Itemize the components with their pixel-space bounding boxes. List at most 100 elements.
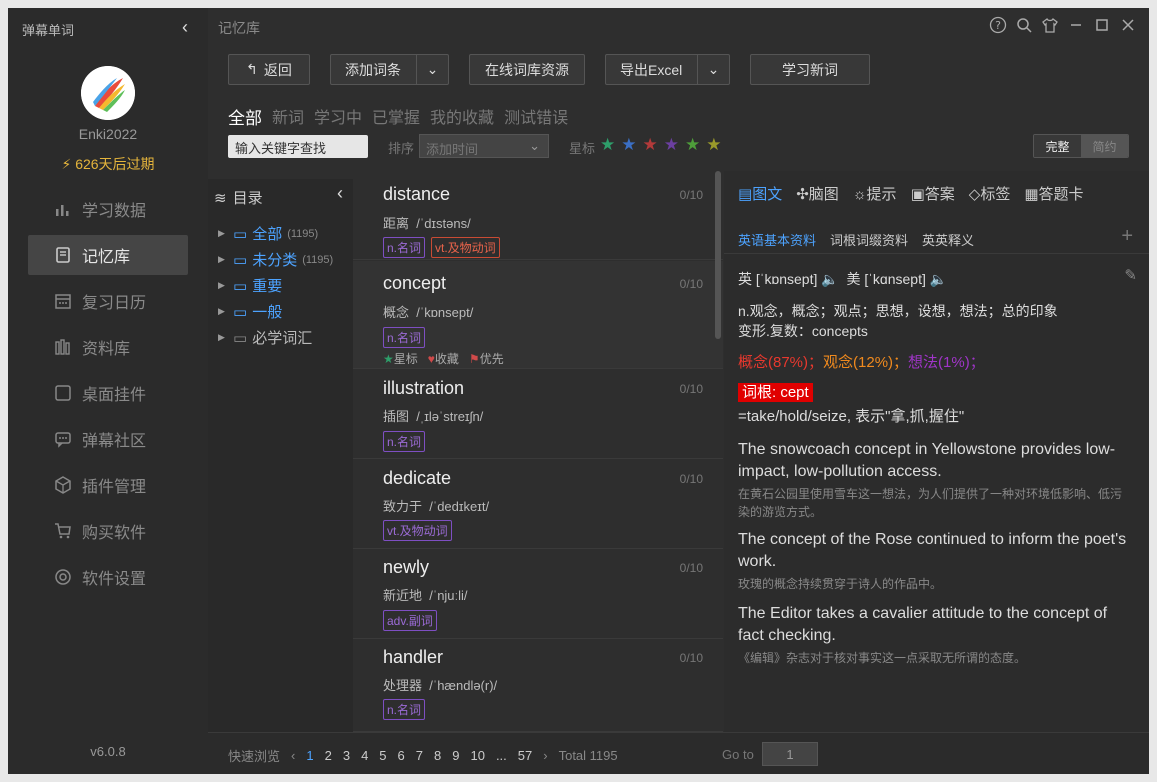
chevron-down-icon[interactable]: ⌄	[697, 55, 729, 84]
star-toggle[interactable]: ★星标	[383, 350, 418, 367]
page-4[interactable]: 4	[361, 748, 368, 763]
tree-item-general[interactable]: ▶ ▭ 一般	[218, 301, 282, 322]
page-9[interactable]: 9	[452, 748, 459, 763]
page-1[interactable]: 1	[306, 748, 313, 763]
detail-toolbar: ▤图文 ✣脑图 ☼提示 ▣答案 ◇标签 ▦答题卡	[738, 183, 1084, 204]
example-1: The snowcoach concept in Yellowstone pro…	[738, 441, 1123, 520]
tab-mastered[interactable]: 已掌握	[372, 104, 420, 129]
expand-icon[interactable]: ▶	[218, 332, 228, 343]
nav-review-calendar[interactable]: 复习日历	[28, 281, 188, 321]
close-icon[interactable]	[1119, 16, 1137, 34]
add-entry-button[interactable]: 添加词条 ⌄	[330, 54, 449, 85]
tab-favorites[interactable]: 我的收藏	[430, 104, 494, 129]
word-card-selected[interactable]: concept 0/10 概念 /ˈkɒnsept/ n.名词 ★星标 ♥收藏 …	[353, 261, 723, 369]
maximize-icon[interactable]	[1093, 16, 1111, 34]
word-card[interactable]: handler 0/10 处理器 /ˈhændlə(r)/ n.名词	[353, 640, 723, 732]
chevron-down-icon[interactable]: ⌄	[416, 55, 448, 84]
expand-icon[interactable]: ▶	[218, 228, 228, 239]
tool-mindmap[interactable]: ✣脑图	[796, 183, 839, 204]
pagination-bar: 快速浏览 ‹ 1 2 3 4 5 6 7 8 9 10 ... 57 › Tot…	[208, 732, 1149, 774]
next-page-icon[interactable]: ›	[543, 748, 547, 763]
nav-desktop-widget[interactable]: 桌面挂件	[28, 373, 188, 413]
speaker-icon[interactable]: 🔈	[930, 271, 947, 287]
search-icon[interactable]	[1015, 16, 1033, 34]
priority-toggle[interactable]: ⚑优先	[469, 350, 504, 367]
tool-answer[interactable]: ▣答案	[911, 183, 955, 204]
mode-full-button[interactable]: 完整	[1034, 135, 1081, 157]
pos-tag: adv.副词	[383, 610, 437, 631]
expand-icon[interactable]: ▶	[218, 254, 228, 265]
back-button[interactable]: ↰ 返回	[228, 54, 310, 85]
page-ellipsis[interactable]: ...	[496, 748, 507, 763]
tab-test-errors[interactable]: 测试错误	[504, 104, 568, 129]
page-57[interactable]: 57	[518, 748, 532, 763]
prev-page-icon[interactable]: ‹	[291, 748, 295, 763]
tool-tags[interactable]: ◇标签	[969, 183, 1011, 204]
expand-icon[interactable]: ▶	[218, 306, 228, 317]
word-card[interactable]: illustration 0/10 插图 /ˌɪləˈstreɪʃn/ n.名词	[353, 370, 723, 459]
star-icon[interactable]: ★	[621, 135, 636, 155]
sidebar-collapse-icon[interactable]: ‹	[182, 17, 188, 38]
skin-icon[interactable]	[1041, 16, 1059, 34]
tool-rich-text[interactable]: ▤图文	[738, 183, 782, 204]
star-icon[interactable]: ★	[706, 135, 721, 155]
word-meaning: 插图 /ˌɪləˈstreɪʃn/	[383, 409, 484, 424]
star-icon[interactable]: ★	[643, 135, 658, 155]
document-icon: ▤	[738, 186, 753, 203]
tool-hint[interactable]: ☼提示	[853, 183, 897, 204]
star-icon[interactable]: ★	[600, 135, 615, 155]
tab-new[interactable]: 新词	[272, 104, 304, 129]
word-list-scrollbar[interactable]	[715, 171, 721, 339]
tab-basic-info[interactable]: 英语基本资料	[738, 230, 816, 249]
tree-item-important[interactable]: ▶ ▭ 重要	[218, 275, 282, 296]
page-2[interactable]: 2	[325, 748, 332, 763]
tree-item-must-learn[interactable]: ▶ ▭ 必学词汇	[218, 327, 312, 348]
nav-community[interactable]: 弹幕社区	[28, 419, 188, 459]
tree-item-all[interactable]: ▶ ▭ 全部 (1195)	[218, 223, 318, 244]
page-6[interactable]: 6	[398, 748, 405, 763]
word-card[interactable]: dedicate 0/10 致力于 /ˈdedɪkeɪt/ vt.及物动词	[353, 460, 723, 549]
mode-brief-button[interactable]: 简约	[1081, 135, 1128, 157]
learn-new-words-button[interactable]: 学习新词	[750, 54, 870, 85]
word-card[interactable]: distance 0/10 距离 /ˈdɪstəns/ n.名词 vt.及物动词	[353, 171, 723, 260]
minimize-icon[interactable]	[1067, 16, 1085, 34]
star-icon[interactable]: ★	[664, 135, 679, 155]
nav-plugins[interactable]: 插件管理	[28, 465, 188, 505]
help-icon[interactable]: ?	[989, 16, 1007, 34]
speaker-icon[interactable]: 🔈	[821, 271, 838, 287]
tab-root-affix[interactable]: 词根词缀资料	[830, 230, 908, 249]
edit-icon[interactable]: ✎	[1124, 266, 1137, 284]
sort-select[interactable]: 添加时间 ⌄	[419, 134, 549, 158]
back-arrow-icon: ↰	[246, 61, 258, 77]
tab-all[interactable]: 全部	[228, 104, 262, 129]
nav-library[interactable]: 资料库	[28, 327, 188, 367]
tab-en-en[interactable]: 英英释义	[922, 230, 974, 249]
page-8[interactable]: 8	[434, 748, 441, 763]
word-text: concept	[383, 273, 447, 293]
nav-learning-data[interactable]: 学习数据	[28, 189, 188, 229]
online-resources-button[interactable]: 在线词库资源	[469, 54, 585, 85]
goto-page-input[interactable]: 1	[762, 742, 818, 766]
star-icon[interactable]: ★	[685, 135, 700, 155]
word-score: 0/10	[679, 188, 703, 202]
export-excel-button[interactable]: 导出Excel ⌄	[605, 54, 730, 85]
word-card[interactable]: newly 0/10 新近地 /ˈnjuːli/ adv.副词	[353, 550, 723, 639]
tree-collapse-icon[interactable]: ‹	[337, 183, 343, 204]
nav-settings[interactable]: 软件设置	[28, 557, 188, 597]
tree-item-uncategorized[interactable]: ▶ ▭ 未分类 (1195)	[218, 249, 333, 270]
search-input[interactable]: 输入关键字查找	[228, 135, 368, 158]
expand-icon[interactable]: ▶	[218, 280, 228, 291]
nav-buy[interactable]: 购买软件	[28, 511, 188, 551]
tool-answer-card[interactable]: ▦答题卡	[1024, 183, 1083, 204]
favorite-toggle[interactable]: ♥收藏	[428, 350, 459, 367]
page-3[interactable]: 3	[343, 748, 350, 763]
pos-tags: vt.及物动词	[383, 520, 452, 541]
tab-learning[interactable]: 学习中	[314, 104, 362, 129]
page-10[interactable]: 10	[470, 748, 484, 763]
nav-memory-bank[interactable]: 记忆库	[28, 235, 188, 275]
page-5[interactable]: 5	[379, 748, 386, 763]
example-2: The concept of the Rose continued to inf…	[738, 531, 1127, 592]
avatar[interactable]	[81, 66, 135, 120]
page-7[interactable]: 7	[416, 748, 423, 763]
add-tab-icon[interactable]: +	[1121, 225, 1133, 248]
